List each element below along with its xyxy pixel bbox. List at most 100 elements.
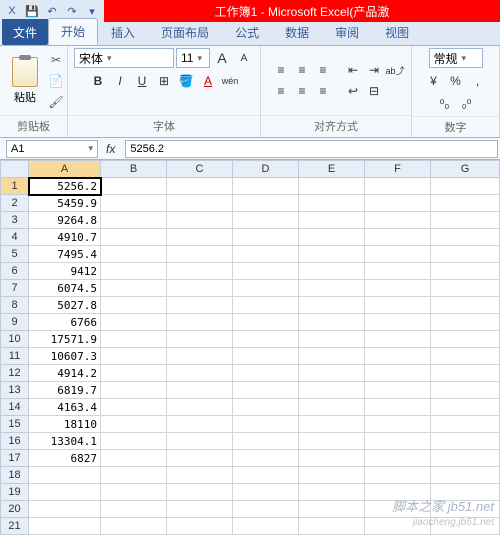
cell[interactable] (365, 365, 431, 382)
cell[interactable] (233, 433, 299, 450)
cell[interactable]: 5459.9 (29, 195, 101, 212)
row-header[interactable]: 5 (1, 246, 29, 263)
cell[interactable] (365, 263, 431, 280)
cell[interactable] (431, 263, 500, 280)
cell[interactable] (299, 484, 365, 501)
col-header-A[interactable]: A (29, 161, 101, 178)
cell[interactable]: 6827 (29, 450, 101, 467)
cell[interactable] (101, 263, 167, 280)
cell[interactable]: 6766 (29, 314, 101, 331)
cell[interactable] (431, 450, 500, 467)
cell[interactable] (299, 297, 365, 314)
cell[interactable] (365, 314, 431, 331)
cell[interactable] (431, 416, 500, 433)
cell[interactable] (299, 229, 365, 246)
align-bottom-left-icon[interactable]: ≡ (271, 81, 291, 101)
cell[interactable]: 5027.8 (29, 297, 101, 314)
undo-icon[interactable]: ↶ (44, 3, 60, 19)
cell[interactable] (233, 314, 299, 331)
row-header[interactable]: 14 (1, 399, 29, 416)
merge-center-icon[interactable]: ⊟ (364, 81, 384, 101)
row-header[interactable]: 8 (1, 297, 29, 314)
cell[interactable] (29, 518, 101, 535)
tab-formulas[interactable]: 公式 (222, 19, 272, 45)
cell[interactable] (101, 416, 167, 433)
row-header[interactable]: 15 (1, 416, 29, 433)
cell[interactable] (299, 178, 365, 195)
col-header-D[interactable]: D (233, 161, 299, 178)
cell[interactable] (101, 467, 167, 484)
cell[interactable] (101, 365, 167, 382)
cell[interactable] (233, 518, 299, 535)
tab-page-layout[interactable]: 页面布局 (148, 19, 222, 45)
cell[interactable] (431, 280, 500, 297)
cell[interactable] (365, 382, 431, 399)
cell[interactable] (167, 399, 233, 416)
col-header-B[interactable]: B (101, 161, 167, 178)
cell[interactable] (101, 331, 167, 348)
cell[interactable] (431, 348, 500, 365)
cell[interactable] (167, 484, 233, 501)
cell[interactable] (101, 433, 167, 450)
cell[interactable] (299, 280, 365, 297)
row-header[interactable]: 12 (1, 365, 29, 382)
cell[interactable] (29, 467, 101, 484)
cell[interactable] (233, 365, 299, 382)
cell[interactable] (101, 195, 167, 212)
cell[interactable] (233, 450, 299, 467)
tab-home[interactable]: 开始 (48, 18, 98, 45)
fx-icon[interactable]: fx (106, 142, 115, 156)
row-header[interactable]: 18 (1, 467, 29, 484)
row-header[interactable]: 16 (1, 433, 29, 450)
align-bottom-center-icon[interactable]: ≡ (292, 81, 312, 101)
cell[interactable] (233, 399, 299, 416)
col-header-F[interactable]: F (365, 161, 431, 178)
cell[interactable] (365, 416, 431, 433)
tab-view[interactable]: 视图 (372, 19, 422, 45)
cell[interactable] (167, 263, 233, 280)
name-box[interactable]: A1 (6, 140, 98, 158)
cell[interactable] (365, 433, 431, 450)
cell[interactable] (431, 382, 500, 399)
cell[interactable] (167, 518, 233, 535)
row-header[interactable]: 13 (1, 382, 29, 399)
cell[interactable] (233, 246, 299, 263)
row-header[interactable]: 7 (1, 280, 29, 297)
cell[interactable] (431, 331, 500, 348)
cell[interactable] (431, 518, 500, 535)
cell[interactable] (233, 263, 299, 280)
cell[interactable]: 4163.4 (29, 399, 101, 416)
cell[interactable] (167, 229, 233, 246)
cell[interactable] (365, 280, 431, 297)
row-header[interactable]: 2 (1, 195, 29, 212)
row-header[interactable]: 9 (1, 314, 29, 331)
cell[interactable] (233, 501, 299, 518)
cell[interactable] (365, 467, 431, 484)
shrink-font-icon[interactable]: A (234, 48, 254, 68)
decrease-indent-icon[interactable]: ⇤ (343, 60, 363, 80)
cell[interactable]: 10607.3 (29, 348, 101, 365)
cell[interactable] (167, 416, 233, 433)
cell[interactable] (365, 229, 431, 246)
cell[interactable]: 4910.7 (29, 229, 101, 246)
cell[interactable] (431, 178, 500, 195)
col-header-G[interactable]: G (431, 161, 500, 178)
cell[interactable] (299, 433, 365, 450)
cell[interactable] (365, 212, 431, 229)
cell[interactable]: 9264.8 (29, 212, 101, 229)
cell[interactable] (101, 314, 167, 331)
cell[interactable] (233, 195, 299, 212)
comma-icon[interactable]: , (468, 71, 488, 91)
cell[interactable] (233, 331, 299, 348)
cell[interactable] (431, 484, 500, 501)
cell[interactable] (431, 314, 500, 331)
cell[interactable] (431, 229, 500, 246)
cell[interactable] (233, 280, 299, 297)
currency-icon[interactable]: ¥ (424, 71, 444, 91)
cell[interactable] (299, 501, 365, 518)
row-header[interactable]: 20 (1, 501, 29, 518)
cell[interactable] (167, 348, 233, 365)
font-size-combo[interactable]: 11 (176, 48, 210, 68)
cell[interactable] (233, 348, 299, 365)
cell[interactable] (431, 433, 500, 450)
